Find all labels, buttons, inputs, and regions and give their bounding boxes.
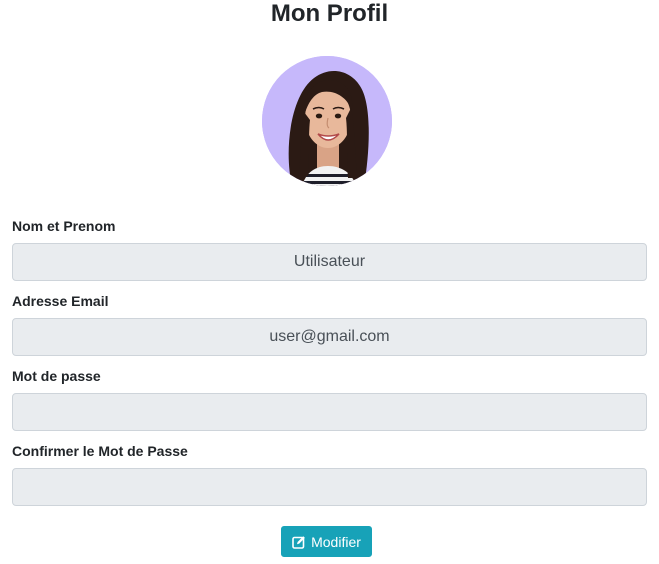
confirm-password-field[interactable] <box>12 468 647 506</box>
name-field[interactable] <box>12 243 647 281</box>
password-label: Mot de passe <box>12 368 101 384</box>
edit-icon <box>292 535 306 549</box>
avatar-photo <box>262 56 392 186</box>
confirm-password-label: Confirmer le Mot de Passe <box>12 443 188 459</box>
avatar <box>262 56 392 186</box>
name-label: Nom et Prenom <box>12 218 116 234</box>
modify-button[interactable]: Modifier <box>281 526 372 557</box>
email-label: Adresse Email <box>12 293 109 309</box>
email-field[interactable] <box>12 318 647 356</box>
password-field[interactable] <box>12 393 647 431</box>
page-title: Mon Profil <box>270 0 389 27</box>
modify-button-label: Modifier <box>311 533 361 550</box>
profile-page: Mon Profil Nom et Prenom Utilisateur Adr… <box>0 0 659 564</box>
